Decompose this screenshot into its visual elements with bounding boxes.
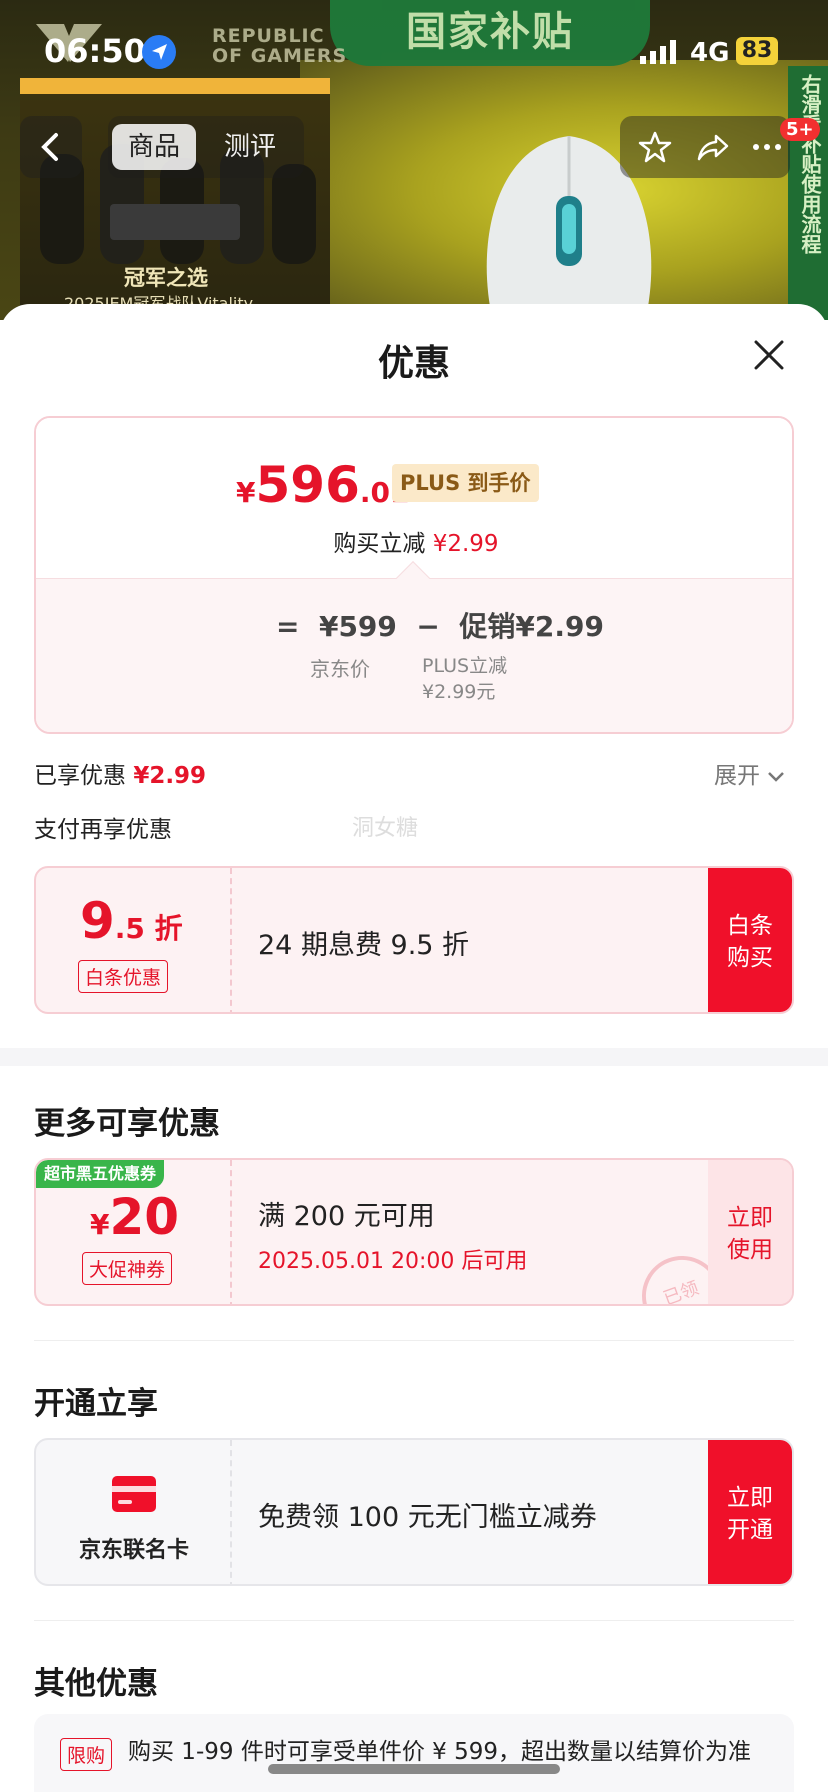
purchase-limit-box: 限购 购买 1-99 件时可享受单件价 ¥ 599，超出数量以结算价为准: [34, 1714, 794, 1792]
discount-small: .5 折: [114, 912, 183, 945]
section-separator: [34, 1340, 794, 1341]
price-integer: 596: [255, 456, 360, 514]
network-type: 4G: [690, 38, 730, 68]
use-coupon-button[interactable]: 立即 使用: [708, 1160, 792, 1304]
other-offers-title: 其他优惠: [34, 1666, 158, 1702]
price-calculation: = ¥599 − 促销¥2.99 京东价 PLUS立减 ¥2.99元: [36, 578, 792, 732]
card-label: 京东联名卡: [78, 1538, 189, 1563]
chevron-down-icon: [768, 772, 785, 782]
enjoyed-label: 已享优惠: [34, 763, 126, 789]
close-icon[interactable]: [752, 338, 786, 372]
tab-product[interactable]: 商品: [112, 124, 197, 170]
coupon-condition: 满 200 元可用: [258, 1200, 435, 1232]
final-price: ¥596.01: [236, 456, 409, 516]
enjoyed-discount: 已享优惠 ¥2.99: [34, 756, 206, 790]
promo-label: 促销: [459, 610, 516, 643]
baitiao-buy-label: 白条 购买: [727, 913, 773, 971]
star-icon[interactable]: [638, 130, 672, 164]
status-time: 06:50: [44, 32, 146, 70]
coupon-available-time: 2025.05.01 20:00 后可用: [258, 1248, 528, 1274]
tab-review[interactable]: 测评: [208, 124, 292, 170]
baitiao-text: 24 期息费 9.5 折: [258, 929, 470, 961]
section-divider: [0, 1048, 828, 1066]
subsidy-side-banner[interactable]: 右滑看补贴使用流程: [788, 66, 828, 320]
message-badge: 5+: [780, 118, 820, 141]
coupon-currency: ¥: [90, 1208, 110, 1241]
price-currency: ¥: [236, 476, 256, 509]
equals-sign: =: [276, 610, 300, 643]
battery-icon: 83: [736, 37, 778, 65]
jd-price-value: ¥599: [318, 610, 397, 643]
champion-title: 冠军之选: [124, 266, 208, 290]
expand-button[interactable]: 展开: [714, 756, 785, 790]
cobrand-card-offer: 京东联名卡 免费领 100 元无门槛立减券 立即 开通: [34, 1438, 794, 1586]
baitiao-offer-left: 9.5 折 白条优惠: [36, 868, 232, 1012]
share-icon[interactable]: [696, 130, 730, 164]
coupon-tag: 大促神券: [82, 1252, 173, 1285]
open-to-enjoy-title: 开通立享: [34, 1386, 158, 1422]
pay-more-label: 支付再享优惠: [34, 817, 172, 843]
watermark: 洞女糖: [352, 816, 419, 841]
reduce-label: 购买立减: [333, 531, 426, 557]
nav-actions: [620, 116, 790, 178]
price-breakdown-card: ¥596.01 PLUS 到手价 购买立减 ¥2.99 = ¥599 − 促销¥…: [34, 416, 794, 734]
baitiao-tag: 白条优惠: [78, 960, 169, 993]
plus-reduce-detail: PLUS立减 ¥2.99元: [422, 653, 507, 705]
baitiao-discount: 9.5 折: [80, 892, 183, 950]
coupon-left: ¥20 大促神券: [36, 1160, 232, 1304]
coupon-value: 20: [109, 1188, 180, 1246]
home-indicator[interactable]: [268, 1764, 560, 1774]
location-icon: [142, 35, 176, 69]
promo-value: ¥2.99: [515, 610, 604, 643]
card-body: 免费领 100 元无门槛立减券: [258, 1440, 597, 1584]
discount-sheet: 优惠 ¥596.01 PLUS 到手价 购买立减 ¥2.99 = ¥599 − …: [0, 304, 828, 1792]
baitiao-offer: 9.5 折 白条优惠 24 期息费 9.5 折 白条 购买: [34, 866, 794, 1014]
price-summary: ¥596.01 PLUS 到手价 购买立减 ¥2.99: [36, 418, 792, 578]
reduce-value: ¥2.99: [432, 531, 499, 557]
signal-icon: [640, 40, 676, 64]
coupon-body: 满 200 元可用 2025.05.01 20:00 后可用: [258, 1160, 528, 1304]
enjoyed-value: ¥2.99: [133, 763, 207, 789]
back-icon: [41, 133, 58, 161]
discount-big: 9: [80, 892, 115, 950]
nav-tabs: 商品 测评: [108, 116, 304, 178]
jd-price-label: 京东价: [310, 657, 370, 681]
more-icon[interactable]: [750, 130, 784, 164]
expand-label: 展开: [714, 763, 760, 789]
minus-sign: −: [416, 610, 440, 643]
status-bar: 06:50 4G 83: [0, 0, 828, 100]
card-left: 京东联名卡: [36, 1440, 232, 1584]
card-offer-text: 免费领 100 元无门槛立减券: [258, 1501, 597, 1533]
plus-reduce-value: ¥2.99元: [422, 681, 496, 703]
back-button[interactable]: [20, 116, 82, 178]
calc-formula: = ¥599 − 促销¥2.99: [276, 605, 604, 645]
instant-reduce-line: 购买立减 ¥2.99: [36, 524, 792, 558]
plus-reduce-label: PLUS立减: [422, 655, 508, 677]
coupon-amount: ¥20: [90, 1188, 179, 1246]
plus-price-tag: PLUS 到手价: [392, 464, 539, 502]
baitiao-offer-body: 24 期息费 9.5 折: [258, 868, 470, 1012]
limit-tag: 限购: [60, 1738, 113, 1771]
baitiao-buy-button[interactable]: 白条 购买: [708, 868, 792, 1012]
credit-card-icon: [112, 1476, 156, 1512]
open-card-button[interactable]: 立即 开通: [708, 1440, 792, 1584]
open-card-label: 立即 开通: [727, 1485, 773, 1543]
section-separator: [34, 1620, 794, 1621]
sheet-title: 优惠: [377, 343, 450, 384]
more-offers-title: 更多可享优惠: [34, 1106, 220, 1142]
use-coupon-label: 立即 使用: [727, 1205, 773, 1263]
supermarket-coupon: 超市黑五优惠券 ¥20 大促神券 满 200 元可用 2025.05.01 20…: [34, 1158, 794, 1306]
